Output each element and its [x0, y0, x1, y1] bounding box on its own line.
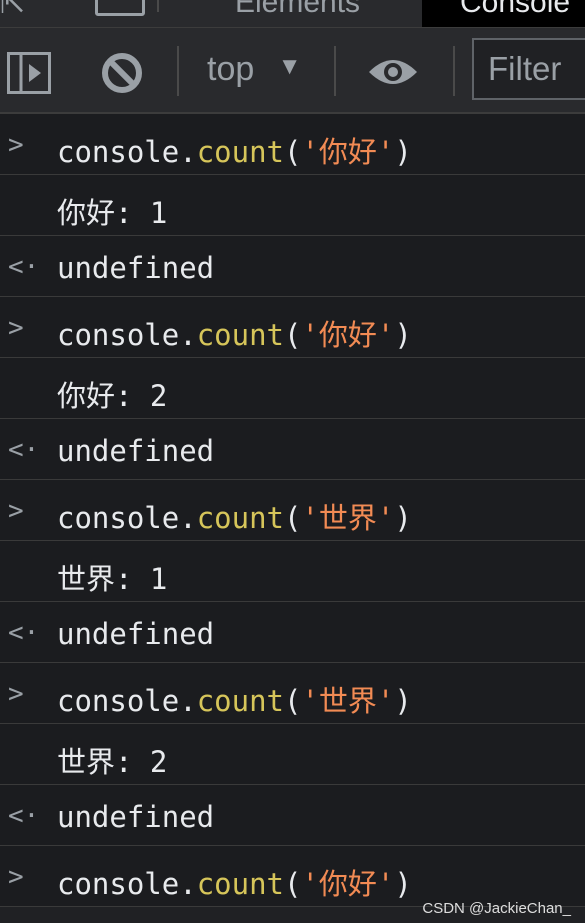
console-messages: > console.count('你好') 你好: 1 <· undefined > con… — [0, 114, 585, 907]
code-paren: ( — [284, 867, 302, 901]
code-string: '你好' — [301, 867, 395, 901]
input-prompt-icon: > — [8, 862, 24, 892]
filter-input[interactable]: Filter — [472, 38, 585, 100]
return-value: undefined — [57, 251, 215, 285]
input-code[interactable]: console.count('世界') — [57, 678, 412, 720]
dropdown-arrow-icon: ▼ — [277, 53, 302, 80]
watermark: CSDN @JackieChan_ — [422, 900, 571, 917]
result-arrow-icon: <· — [8, 435, 40, 465]
console-log-row: 世界: 2 — [0, 724, 585, 785]
context-selector[interactable]: top ▼ — [207, 50, 301, 89]
console-log-row: 你好: 1 — [0, 175, 585, 236]
clear-console-icon[interactable] — [100, 51, 144, 95]
result-arrow-icon: <· — [8, 252, 40, 282]
code-function: count — [196, 684, 284, 718]
result-arrow-icon: <· — [8, 618, 40, 648]
input-prompt-icon: > — [8, 130, 24, 160]
code-function: count — [196, 135, 284, 169]
console-log-row: 世界: 1 — [0, 541, 585, 602]
sidebar-toggle-icon[interactable] — [7, 52, 51, 94]
return-value: undefined — [57, 617, 215, 651]
device-toggle-icon[interactable] — [95, 0, 145, 16]
code-object: console. — [57, 867, 197, 901]
console-log-row: 你好: 2 — [0, 358, 585, 419]
console-result-row: <· undefined — [0, 419, 585, 480]
code-function: count — [196, 867, 284, 901]
console-input-row: > console.count('你好') — [0, 297, 585, 358]
divider — [334, 46, 336, 96]
code-object: console. — [57, 684, 197, 718]
code-paren: ) — [394, 867, 412, 901]
code-paren: ( — [284, 135, 302, 169]
input-code[interactable]: console.count('你好') — [57, 129, 412, 171]
console-result-row: <· undefined — [0, 602, 585, 663]
console-toolbar: top ▼ Filter — [0, 28, 585, 114]
console-result-row: <· undefined — [0, 785, 585, 846]
input-prompt-icon: > — [8, 313, 24, 343]
console-input-row: > console.count('你好') — [0, 114, 585, 175]
log-message: 世界: 1 — [57, 562, 168, 596]
input-prompt-icon: > — [8, 496, 24, 526]
log-message: 世界: 2 — [57, 745, 168, 779]
code-object: console. — [57, 135, 197, 169]
code-paren: ) — [394, 501, 412, 535]
code-object: console. — [57, 501, 197, 535]
log-message: 你好: 1 — [57, 196, 168, 230]
log-message: 你好: 2 — [57, 379, 168, 413]
return-value: undefined — [57, 800, 215, 834]
tab-elements[interactable]: Elements — [235, 0, 360, 20]
live-expression-eye-icon[interactable] — [367, 56, 419, 88]
code-object: console. — [57, 318, 197, 352]
code-string: '你好' — [301, 135, 395, 169]
code-paren: ) — [394, 684, 412, 718]
code-paren: ) — [394, 135, 412, 169]
code-function: count — [196, 501, 284, 535]
code-function: count — [196, 318, 284, 352]
return-value: undefined — [57, 434, 215, 468]
code-paren: ( — [284, 501, 302, 535]
code-paren: ( — [284, 318, 302, 352]
inspect-icon[interactable]: ⇱ — [0, 0, 25, 21]
result-arrow-icon: <· — [8, 801, 40, 831]
console-input-row: > console.count('世界') — [0, 480, 585, 541]
divider — [157, 0, 159, 12]
divider — [453, 46, 455, 96]
divider — [177, 46, 179, 96]
code-paren: ) — [394, 318, 412, 352]
console-result-row: <· undefined — [0, 236, 585, 297]
panel-tabs: ⇱ Elements Console — [0, 0, 585, 28]
code-string: '你好' — [301, 318, 395, 352]
input-code[interactable]: console.count('你好') — [57, 312, 412, 354]
tab-console[interactable]: Console — [422, 0, 585, 27]
input-code[interactable]: console.count('世界') — [57, 495, 412, 537]
code-string: '世界' — [301, 684, 395, 718]
input-code[interactable]: console.count('你好') — [57, 861, 412, 903]
input-prompt-icon: > — [8, 679, 24, 709]
code-string: '世界' — [301, 501, 395, 535]
console-input-row: > console.count('你好') — [0, 846, 585, 907]
code-paren: ( — [284, 684, 302, 718]
console-input-row: > console.count('世界') — [0, 663, 585, 724]
context-label: top — [207, 50, 255, 88]
